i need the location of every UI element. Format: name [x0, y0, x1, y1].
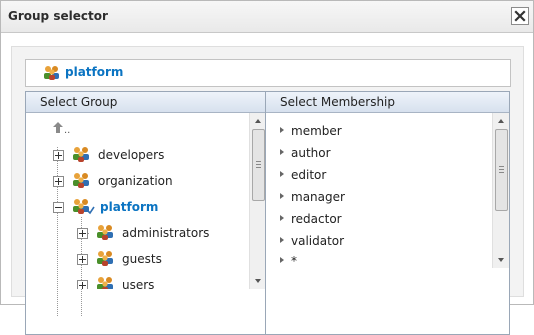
dialog-title: Group selector — [8, 9, 108, 23]
group-icon — [44, 66, 59, 80]
scroll-down-icon[interactable] — [250, 273, 266, 289]
selected-group-bar: platform — [25, 59, 511, 87]
tree-node-label: developers — [98, 148, 165, 162]
scroll-up-icon[interactable] — [250, 113, 266, 129]
arrow-right-icon — [280, 171, 284, 177]
tree-node-label: administrators — [122, 226, 210, 240]
arrow-right-icon — [280, 193, 284, 199]
tree-node-platform[interactable]: platform — [53, 197, 253, 217]
select-group-header: Select Group — [26, 92, 266, 113]
selected-group-label: platform — [65, 65, 124, 79]
expand-toggle[interactable] — [53, 150, 64, 161]
close-button[interactable] — [511, 7, 529, 25]
select-membership-header: Select Membership — [266, 92, 509, 113]
membership-scrollbar[interactable] — [492, 113, 509, 268]
expand-toggle[interactable] — [53, 176, 64, 187]
group-selector-dialog: Group selector platform Select Group .. … — [0, 0, 534, 335]
scroll-thumb[interactable] — [252, 129, 265, 201]
group-scrollbar[interactable] — [249, 113, 266, 289]
dialog-content: platform Select Group .. developers orga… — [11, 46, 524, 335]
dialog-titlebar[interactable]: Group selector — [1, 1, 533, 33]
arrow-right-icon — [280, 257, 284, 263]
tree-node-organization[interactable]: organization — [53, 171, 253, 191]
tree-node-label: guests — [122, 252, 162, 266]
expand-toggle[interactable] — [77, 280, 88, 289]
arrow-right-icon — [280, 127, 284, 133]
arrow-right-icon — [280, 215, 284, 221]
select-group-panel: Select Group .. developers organization … — [25, 91, 267, 335]
expand-toggle[interactable] — [77, 254, 88, 265]
tree-node-label: platform — [100, 200, 159, 214]
level-up-icon[interactable]: .. — [53, 121, 71, 135]
level-up-label: .. — [64, 125, 70, 135]
expand-toggle[interactable] — [77, 228, 88, 239]
tree-node-developers[interactable]: developers — [53, 145, 253, 165]
tree-node-label: organization — [98, 174, 173, 188]
tree-node-users[interactable]: users — [77, 275, 247, 289]
select-membership-panel: Select Membership member author editor m… — [265, 91, 510, 335]
tree-node-label: users — [122, 278, 155, 289]
tree-node-guests[interactable]: guests — [77, 249, 247, 269]
group-icon — [73, 173, 89, 188]
arrow-right-icon — [280, 149, 284, 155]
close-icon — [514, 10, 526, 22]
group-icon — [73, 199, 95, 215]
scroll-up-icon[interactable] — [493, 113, 509, 129]
group-icon — [73, 147, 89, 162]
group-icon — [97, 277, 113, 289]
tree-node-administrators[interactable]: administrators — [77, 223, 247, 243]
collapse-toggle[interactable] — [53, 202, 64, 213]
scroll-down-icon[interactable] — [493, 252, 509, 268]
scroll-thumb[interactable] — [495, 129, 508, 211]
group-icon — [97, 225, 113, 240]
group-icon — [97, 251, 113, 266]
arrow-right-icon — [280, 237, 284, 243]
